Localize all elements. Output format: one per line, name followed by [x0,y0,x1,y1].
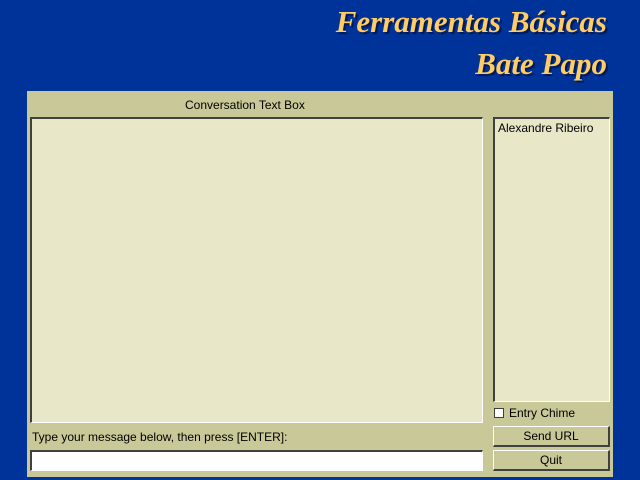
send-url-button[interactable]: Send URL [493,426,610,447]
slide-title-line2: Bate Papo [475,46,607,81]
user-list[interactable]: Alexandre Ribeiro [493,117,610,402]
conversation-label: Conversation Text Box [185,98,305,112]
quit-button[interactable]: Quit [493,450,610,471]
message-prompt-label: Type your message below, then press [ENT… [32,430,288,444]
entry-chime-label: Entry Chime [509,406,576,420]
message-input[interactable] [30,450,483,471]
user-list-item[interactable]: Alexandre Ribeiro [495,119,609,137]
chat-applet-panel: Conversation Text Box Alexandre Ribeiro … [27,91,613,477]
conversation-text-box[interactable] [30,117,483,423]
entry-chime-checkbox[interactable] [494,408,504,418]
slide-title-line1: Ferramentas Básicas [335,4,607,39]
